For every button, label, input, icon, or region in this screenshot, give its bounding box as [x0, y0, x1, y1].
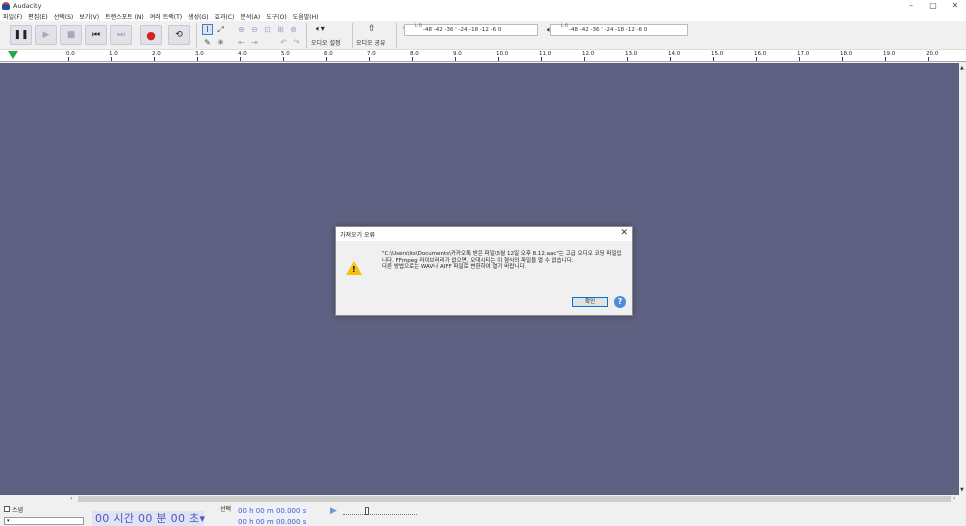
silence-icon: ⇥: [251, 38, 258, 47]
time-display[interactable]: 00 시간 00 분 00 초▾: [92, 511, 205, 526]
menu-effect[interactable]: 효과(C): [214, 12, 234, 21]
toolbar: ❚❚ ▶ ■ ⏮ ⏭ ● ⟲ I ⤢ ✎ ✳ ⊕ ⊖ ⊡ ⊞ ⊗ ⇤ ⇥ ↶ ↷…: [0, 21, 966, 50]
record-meter-lr: L R: [415, 24, 423, 29]
audio-setup-button[interactable]: 오디오 설정: [311, 38, 341, 47]
menu-edit[interactable]: 편집(E): [28, 12, 48, 21]
menu-view[interactable]: 보기(V): [79, 12, 99, 21]
menu-tools[interactable]: 도구(O): [266, 12, 286, 21]
vertical-scrollbar[interactable]: ▲ ▼: [959, 63, 966, 495]
selection-tool[interactable]: I: [202, 24, 213, 35]
selection-end-field[interactable]: 00 h 00 m 00.000 s: [236, 517, 309, 526]
speaker-icon: 🔈︎▾: [316, 24, 325, 33]
asterisk-icon: ✳: [217, 38, 224, 47]
draw-tool[interactable]: ✎: [202, 37, 213, 48]
audacity-logo-icon: [2, 2, 10, 10]
multi-tool[interactable]: ✳: [215, 37, 226, 48]
stop-button[interactable]: ■: [60, 25, 82, 45]
skip-end-icon: ⏭: [116, 30, 126, 40]
menu-analyze[interactable]: 분석(A): [240, 12, 260, 21]
ok-button[interactable]: 확인: [572, 297, 608, 307]
zoom-out-icon: ⊖: [251, 25, 258, 34]
undo-icon: ↶: [280, 38, 287, 47]
record-meter[interactable]: L R -48 -42 -36 ' -24 -18 -12 -6 0: [404, 24, 538, 36]
loop-icon: ⟲: [175, 30, 183, 40]
menu-tracks[interactable]: 여러 트랙(T): [150, 12, 182, 21]
trim-button[interactable]: ⇤: [236, 37, 247, 48]
snap-label: 스냅: [12, 507, 24, 514]
play-at-speed-icon[interactable]: ▶: [330, 506, 337, 516]
horizontal-scroll-thumb[interactable]: [78, 496, 951, 502]
menu-generate[interactable]: 생성(G): [188, 12, 208, 21]
selection-toolbar: 스냅 ▾ 00 시간 00 분 00 초▾ 선택 00 h 00 m 00.00…: [0, 503, 966, 526]
skip-start-icon: ⏮: [91, 30, 101, 40]
zoom-toggle-icon: ⊗: [290, 25, 297, 34]
playback-meter-scale: -48 -42 -36 ' -24 -18 -12 -6 0: [569, 27, 648, 33]
stop-icon: ■: [66, 30, 76, 40]
selection-label: 선택: [220, 506, 232, 513]
warning-mark: !: [352, 265, 356, 274]
scroll-down-icon[interactable]: ▼: [960, 487, 964, 493]
fit-project-icon: ⊞: [277, 25, 284, 34]
dialog-message: "C:\Users\lio\Documents\카카오톡 받은 파일\5월 12…: [382, 251, 622, 270]
fit-selection-icon: ⊡: [264, 25, 271, 34]
envelope-tool[interactable]: ⤢: [215, 24, 226, 35]
menu-help[interactable]: 도움말(H): [293, 12, 319, 21]
undo-button[interactable]: ↶: [278, 37, 289, 48]
silence-button[interactable]: ⇥: [249, 37, 260, 48]
scroll-left-icon[interactable]: ‹: [70, 495, 72, 502]
menu-bar: 파일(F) 편집(E) 선택(S) 보기(V) 트랜스포트 (N) 여러 트랙(…: [0, 11, 966, 21]
menu-file[interactable]: 파일(F): [3, 12, 22, 21]
audio-share-button[interactable]: 오디오 공유: [356, 38, 386, 47]
playback-meter[interactable]: L R -48 -42 -36 ' -24 -18 -12 -6 0: [550, 24, 688, 36]
playhead-icon[interactable]: [8, 51, 18, 59]
playback-meter-lr: L R: [561, 24, 569, 29]
import-error-dialog: 가져오기 오류 ✕ ! "C:\Users\lio\Documents\카카오톡…: [335, 226, 633, 316]
fit-selection-button[interactable]: ⊡: [262, 24, 273, 35]
ibeam-icon: I: [206, 25, 209, 34]
play-button[interactable]: ▶: [35, 25, 57, 45]
snap-checkbox[interactable]: [4, 506, 10, 512]
speed-slider-handle[interactable]: [365, 507, 369, 515]
zoom-out-button[interactable]: ⊖: [249, 24, 260, 35]
timeline-ruler[interactable]: 0.0 1.0 2.0 3.0 4.0 5.0 6.0 7.0 8.0 9.0 …: [0, 50, 966, 62]
menu-select[interactable]: 선택(S): [54, 12, 74, 21]
record-button[interactable]: ●: [140, 25, 162, 45]
playback-speed-slider[interactable]: [343, 507, 417, 515]
pause-button[interactable]: ❚❚: [10, 25, 32, 45]
skip-to-end-button[interactable]: ⏭: [110, 25, 132, 45]
zoom-in-icon: ⊕: [238, 25, 245, 34]
horizontal-scrollbar[interactable]: ‹ ›: [0, 495, 966, 503]
record-icon: ●: [146, 28, 156, 42]
pencil-icon: ✎: [204, 38, 211, 47]
redo-button[interactable]: ↷: [291, 37, 302, 48]
pause-icon: ❚❚: [13, 30, 29, 40]
close-icon[interactable]: ✕: [620, 228, 628, 238]
redo-icon: ↷: [293, 38, 300, 47]
zoom-in-button[interactable]: ⊕: [236, 24, 247, 35]
envelope-icon: ⤢: [217, 24, 224, 34]
selection-start-field[interactable]: 00 h 00 m 00.000 s: [236, 506, 309, 516]
scroll-up-icon[interactable]: ▲: [960, 65, 964, 71]
time-display-value: 00 시간 00 분 00 초: [95, 512, 200, 525]
menu-transport[interactable]: 트랜스포트 (N): [105, 12, 144, 21]
snap-dropdown[interactable]: ▾: [4, 517, 84, 525]
help-icon[interactable]: ?: [614, 296, 626, 308]
play-icon: ▶: [42, 30, 50, 40]
scroll-right-icon[interactable]: ›: [953, 495, 955, 502]
chevron-down-icon: ▾: [7, 518, 10, 524]
skip-to-start-button[interactable]: ⏮: [85, 25, 107, 45]
trim-icon: ⇤: [238, 38, 245, 47]
zoom-toggle-button[interactable]: ⊗: [288, 24, 299, 35]
record-meter-scale: -48 -42 -36 ' -24 -18 -12 -6 0: [423, 27, 502, 33]
loop-button[interactable]: ⟲: [168, 25, 190, 45]
share-icon: ⇧: [368, 24, 376, 34]
fit-project-button[interactable]: ⊞: [275, 24, 286, 35]
window-title: Audacity: [13, 2, 42, 10]
dialog-body: ! "C:\Users\lio\Documents\카카오톡 받은 파일\5월 …: [336, 241, 632, 315]
dialog-title: 가져오기 오류: [340, 232, 376, 239]
